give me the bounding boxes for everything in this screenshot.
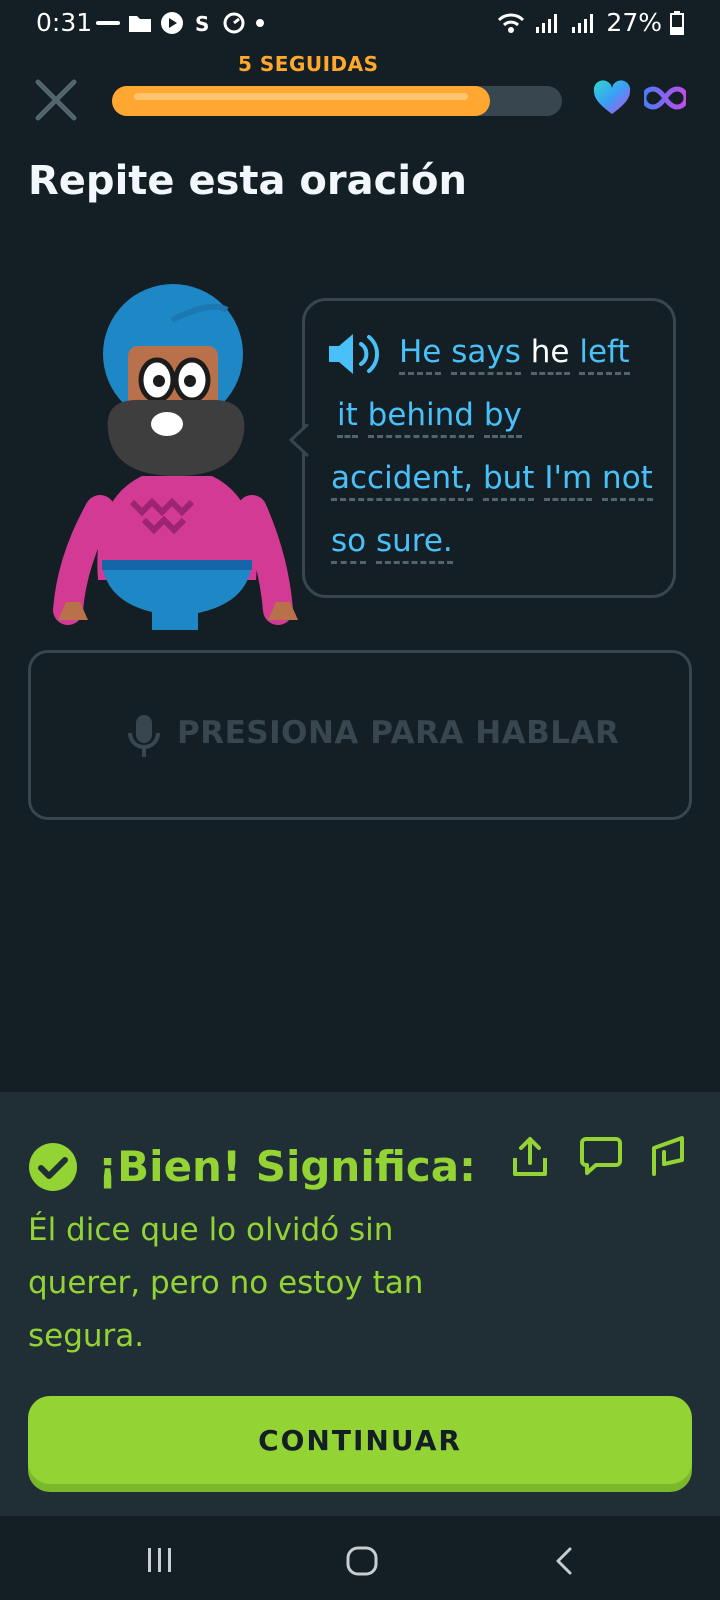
share-icon[interactable] xyxy=(512,1136,548,1182)
continue-label: CONTINUAR xyxy=(258,1423,462,1457)
sentence-word[interactable]: not xyxy=(602,460,653,501)
sentence-word[interactable]: left xyxy=(579,334,630,375)
sentence-text: He says he left it behind by accident, b… xyxy=(331,321,661,573)
status-right: 27% xyxy=(496,8,684,37)
sentence-word[interactable]: I'm xyxy=(544,460,593,501)
lesson-progress-bar xyxy=(112,86,562,116)
continue-button[interactable]: CONTINUAR xyxy=(28,1396,692,1484)
shazam-icon: S xyxy=(192,12,214,34)
signal-icon xyxy=(534,11,562,35)
microphone-icon xyxy=(127,713,161,763)
heart-icon[interactable] xyxy=(592,80,632,120)
play-icon xyxy=(160,11,184,35)
back-icon[interactable] xyxy=(552,1546,576,1580)
speedometer-icon xyxy=(222,11,246,35)
streak-label: 5 SEGUIDAS xyxy=(238,52,379,76)
folder-icon xyxy=(128,13,152,33)
press-to-speak-label: PRESIONA PARA HABLAR xyxy=(177,715,620,751)
wifi-icon xyxy=(496,11,526,35)
check-icon xyxy=(28,1142,78,1196)
bubble-tail xyxy=(288,424,310,458)
sentence-word[interactable]: He xyxy=(399,334,442,375)
home-icon[interactable] xyxy=(346,1546,378,1580)
battery-icon xyxy=(670,10,684,35)
sentence-word[interactable]: says xyxy=(451,334,521,375)
flag-icon[interactable] xyxy=(650,1134,686,1180)
sentence-word[interactable]: but xyxy=(482,460,535,501)
system-nav-bar xyxy=(0,1516,720,1600)
sentence-word[interactable]: by xyxy=(483,397,522,438)
sentence-word[interactable]: behind xyxy=(367,397,474,438)
sentence-word-highlighted[interactable]: he xyxy=(530,334,570,375)
battery-level: 27% xyxy=(606,8,662,37)
press-to-speak-button[interactable]: PRESIONA PARA HABLAR xyxy=(28,650,692,820)
svg-text:S: S xyxy=(195,12,209,34)
exercise-title: Repite esta oración xyxy=(28,158,468,204)
sentence-word[interactable]: it xyxy=(337,397,358,438)
character-illustration xyxy=(52,280,302,644)
status-time: 0:31 xyxy=(36,8,93,37)
notification-icons: S xyxy=(96,10,266,36)
dot-icon xyxy=(254,17,266,29)
feedback-translation: Él dice que lo olvidó sin querer, pero n… xyxy=(28,1212,424,1354)
recent-apps-icon[interactable] xyxy=(146,1546,174,1578)
sentence-word[interactable]: sure. xyxy=(375,523,453,564)
sentence-word[interactable]: so xyxy=(331,523,367,564)
close-icon xyxy=(35,79,77,121)
close-button[interactable] xyxy=(34,78,78,122)
signal-icon-2 xyxy=(570,11,598,35)
comment-icon[interactable] xyxy=(580,1136,622,1180)
sentence-word[interactable]: accident, xyxy=(331,460,474,501)
progress-fill xyxy=(112,86,490,116)
feedback-title: ¡Bien! Significa: xyxy=(98,1142,476,1191)
infinity-icon xyxy=(641,84,689,116)
speech-bubble: He says he left it behind by accident, b… xyxy=(288,298,676,598)
progress-shine xyxy=(134,93,468,100)
coursera-icon xyxy=(96,19,120,27)
status-bar: 0:31 S 27% xyxy=(0,0,720,46)
